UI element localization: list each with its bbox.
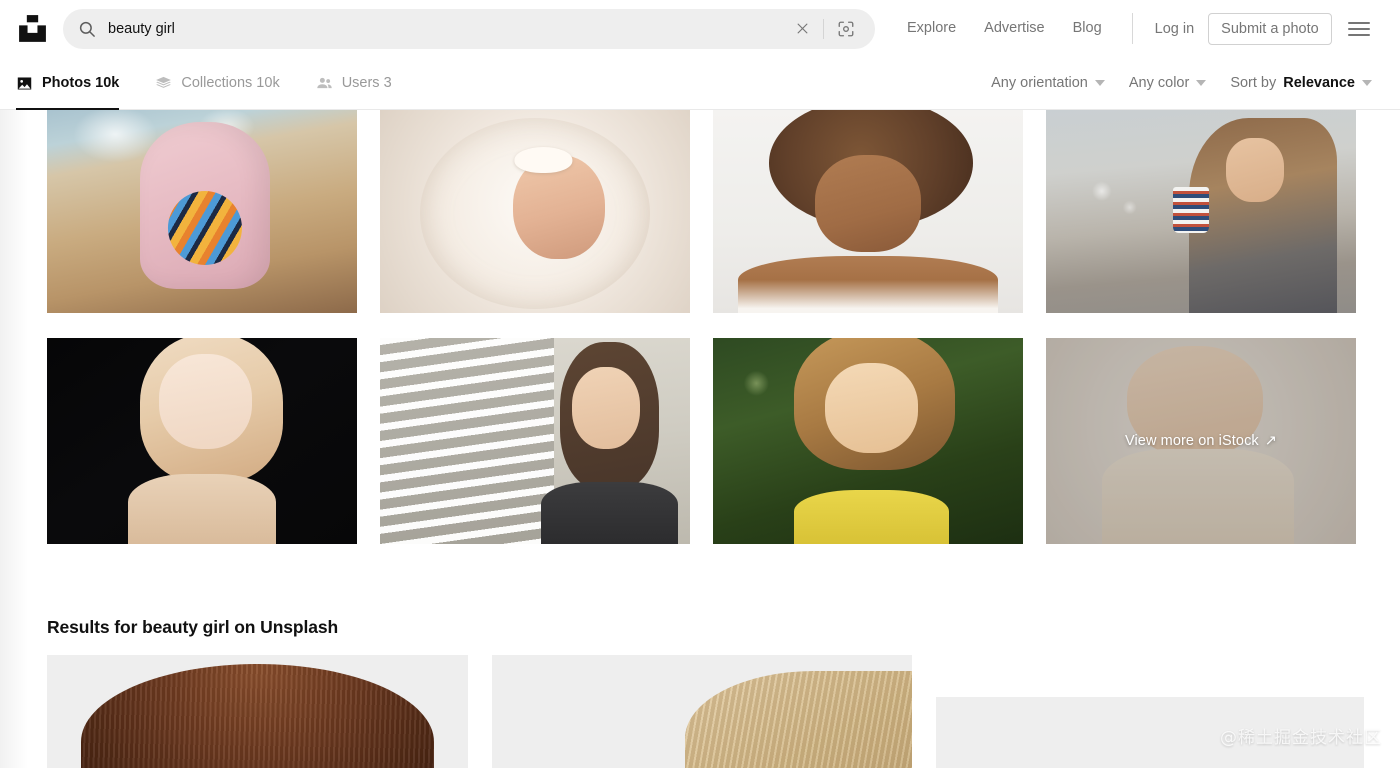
- photo-thumbnail: [713, 338, 1023, 544]
- filter-sort-label: Sort by: [1230, 75, 1277, 91]
- tab-photos-label: Photos 10k: [42, 75, 120, 91]
- site-header: Explore Advertise Blog Log in Submit a p…: [0, 0, 1400, 57]
- header-nav-links: Explore Advertise Blog: [893, 0, 1116, 57]
- search-results-scroll-area[interactable]: View more on iStock ↗ Results for beauty…: [0, 110, 1400, 768]
- tab-photos[interactable]: Photos 10k: [16, 57, 120, 110]
- nav-link-explore[interactable]: Explore: [893, 0, 970, 57]
- face-detail: [572, 366, 641, 450]
- bow-detail: [514, 146, 573, 173]
- tab-users[interactable]: Users 3: [316, 57, 392, 110]
- result-photo-tile[interactable]: [936, 697, 1364, 768]
- filter-controls: Any orientation Any color Sort by Releva…: [977, 75, 1382, 91]
- tshirt-graphic: [167, 191, 242, 266]
- tab-collections[interactable]: Collections 10k: [155, 57, 280, 110]
- istock-promo-tile[interactable]: View more on iStock ↗: [1046, 338, 1356, 544]
- unsplash-search-page: Explore Advertise Blog Log in Submit a p…: [0, 0, 1400, 768]
- result-type-tabs: Photos 10k Collections 10k Users 3: [16, 57, 428, 110]
- filter-orientation-label: Any orientation: [991, 75, 1088, 91]
- filter-color[interactable]: Any color: [1115, 75, 1216, 91]
- search-bar[interactable]: [63, 8, 875, 49]
- shoulder-detail: [737, 256, 999, 313]
- collections-layers-icon: [156, 76, 172, 88]
- search-field[interactable]: [63, 8, 875, 49]
- photo-thumbnail: [380, 110, 690, 313]
- tab-collections-label: Collections 10k: [181, 75, 280, 91]
- unsplash-logo[interactable]: [16, 12, 49, 45]
- users-icon: [316, 77, 332, 88]
- photo-thumbnail: [1046, 110, 1356, 313]
- result-photo-tile[interactable]: [47, 655, 468, 768]
- photo-tile[interactable]: [380, 110, 690, 313]
- submit-photo-button[interactable]: Submit a photo: [1208, 12, 1332, 45]
- photo-tile[interactable]: [47, 110, 357, 313]
- search-divider: [823, 18, 824, 39]
- photo-tile[interactable]: [47, 338, 357, 544]
- coffee-cup-detail: [1173, 187, 1210, 234]
- photo-grid-row: View more on iStock ↗: [47, 338, 1356, 544]
- photo-thumbnail: [713, 110, 1023, 313]
- visual-search-button[interactable]: [832, 15, 860, 43]
- visual-search-icon: [838, 21, 854, 36]
- results-photo-row: [0, 655, 1400, 768]
- photo-grid: View more on iStock ↗: [0, 110, 1400, 544]
- photo-tile[interactable]: [713, 110, 1023, 313]
- view-more-on-istock-link[interactable]: View more on iStock ↗: [1046, 338, 1356, 544]
- photo-grid-row: [47, 110, 1356, 313]
- result-photo-tile[interactable]: [492, 655, 912, 768]
- search-input[interactable]: [108, 9, 789, 48]
- search-actions: [789, 15, 866, 43]
- nav-link-advertise[interactable]: Advertise: [970, 0, 1058, 57]
- shirt-detail: [793, 490, 949, 544]
- photo-thumbnail: [47, 338, 357, 544]
- tab-users-label: Users 3: [341, 75, 392, 91]
- chevron-down-icon: [1094, 80, 1105, 86]
- photo-icon: [17, 76, 32, 90]
- login-link[interactable]: Log in: [1147, 21, 1209, 37]
- photo-tile[interactable]: [380, 338, 690, 544]
- filter-orientation[interactable]: Any orientation: [977, 75, 1115, 91]
- photo-thumbnail: [380, 338, 690, 544]
- chevron-down-icon: [1362, 80, 1372, 86]
- results-heading: Results for beauty girl on Unsplash: [47, 617, 339, 637]
- clear-search-button[interactable]: [789, 16, 815, 42]
- search-icon: [79, 21, 95, 37]
- photo-thumbnail: [47, 110, 357, 313]
- chevron-down-icon: [1196, 80, 1207, 86]
- search-subnav: Photos 10k Collections 10k Users 3 Any o…: [0, 57, 1400, 110]
- nav-link-blog[interactable]: Blog: [1059, 0, 1116, 57]
- header-divider: [1131, 13, 1133, 44]
- hamburger-menu-icon[interactable]: [1347, 13, 1370, 45]
- photo-tile[interactable]: [1046, 110, 1356, 313]
- body-detail: [127, 473, 277, 544]
- close-icon: [797, 23, 807, 34]
- filter-sort-by[interactable]: Sort by Relevance: [1216, 75, 1382, 91]
- filter-color-label: Any color: [1128, 75, 1190, 91]
- photo-tile[interactable]: [713, 338, 1023, 544]
- external-link-arrow-icon: ↗: [1264, 433, 1278, 449]
- filter-sort-value: Relevance: [1283, 75, 1355, 91]
- istock-link-label: View more on iStock: [1124, 433, 1259, 449]
- top-detail: [541, 482, 678, 544]
